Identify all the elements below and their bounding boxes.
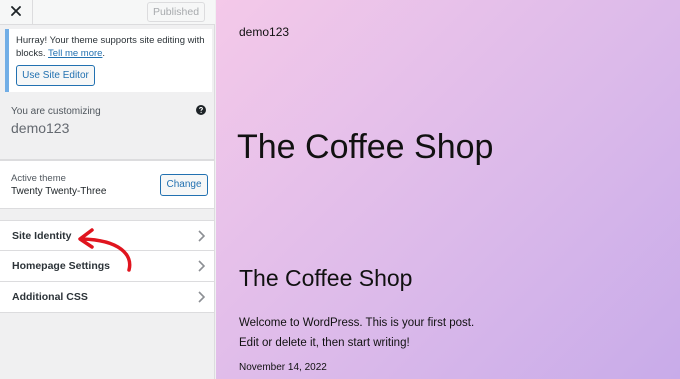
- close-icon: [11, 6, 21, 16]
- question-circle-icon[interactable]: [196, 105, 206, 115]
- notice-message: Hurray! Your theme supports site editing…: [16, 35, 205, 59]
- change-theme-button[interactable]: Change: [160, 174, 208, 196]
- close-button[interactable]: [0, 0, 33, 24]
- preview-post-title[interactable]: The Coffee Shop: [239, 265, 412, 292]
- menu-item-label: Site Identity: [12, 230, 72, 242]
- preview-post-body: Welcome to WordPress. This is your first…: [239, 313, 474, 353]
- customizer-header: Published: [0, 0, 215, 25]
- active-theme-section: Active theme Twenty Twenty-Three Change: [0, 160, 214, 209]
- site-preview: demo123 The Coffee Shop The Coffee Shop …: [216, 0, 680, 379]
- active-theme-name: Twenty Twenty-Three: [11, 186, 107, 197]
- customizing-info: You are customizing demo123: [0, 97, 214, 160]
- notice-text: Hurray! Your theme supports site editing…: [16, 34, 212, 60]
- customizing-site-name: demo123: [11, 120, 70, 136]
- chevron-right-icon: [198, 230, 205, 242]
- use-site-editor-button[interactable]: Use Site Editor: [16, 65, 95, 86]
- menu-item-additional-css[interactable]: Additional CSS: [0, 282, 214, 313]
- site-editing-notice: Hurray! Your theme supports site editing…: [5, 29, 212, 92]
- customizing-label: You are customizing: [11, 106, 101, 117]
- customizer-sidebar: Published Hurray! Your theme supports si…: [0, 0, 215, 379]
- preview-post-date: November 14, 2022: [239, 362, 327, 373]
- preview-site-tagline[interactable]: demo123: [239, 25, 289, 39]
- preview-site-title: The Coffee Shop: [237, 128, 494, 166]
- notice-suffix: .: [102, 48, 106, 59]
- post-body-line: Welcome to WordPress. This is your first…: [239, 317, 475, 329]
- active-theme-label: Active theme: [11, 173, 66, 184]
- menu-item-label: Additional CSS: [12, 291, 88, 303]
- post-body-line: Edit or delete it, then start writing!: [239, 337, 410, 349]
- red-arrow-icon: [78, 228, 132, 272]
- chevron-right-icon: [198, 291, 205, 303]
- published-button[interactable]: Published: [147, 2, 205, 22]
- tell-me-more-link[interactable]: Tell me more: [48, 48, 102, 59]
- chevron-right-icon: [198, 260, 205, 272]
